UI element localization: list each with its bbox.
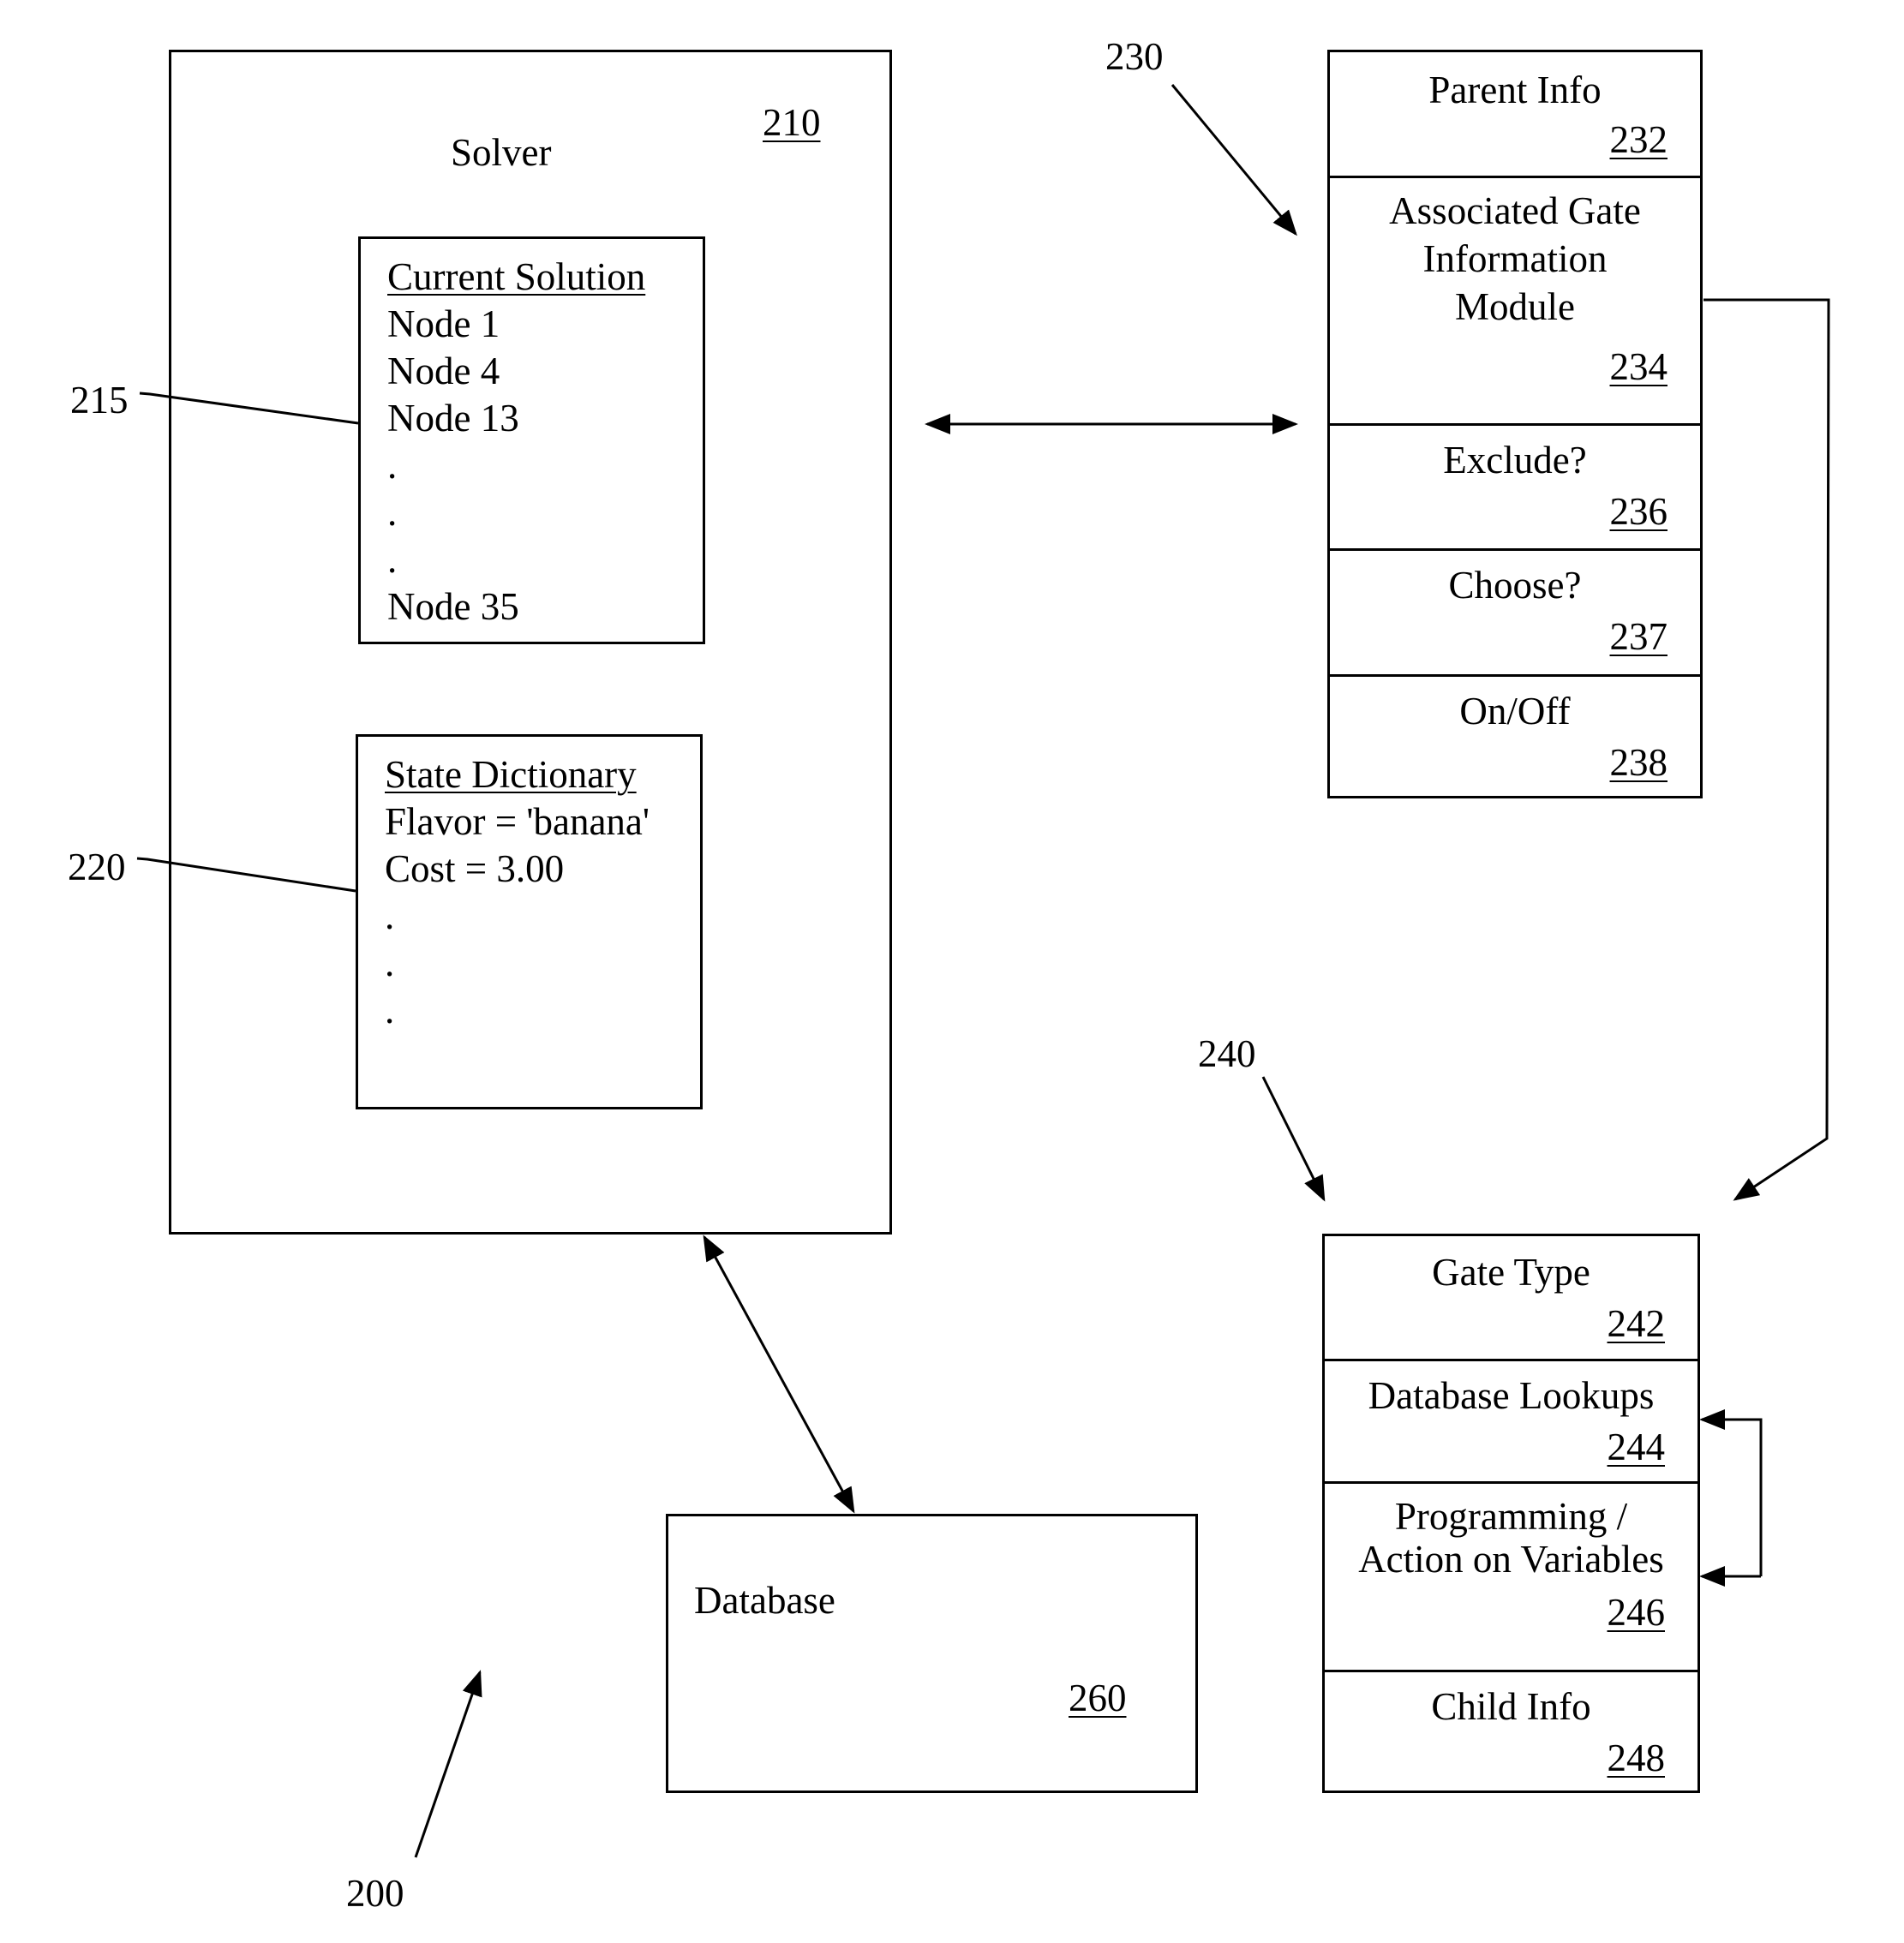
cell-database-lookups: Database Lookups 244 (1325, 1359, 1697, 1483)
ref-200-label: 200 (346, 1872, 404, 1915)
list-item: Node 13 (387, 397, 519, 439)
list-item: . (387, 538, 398, 581)
cell-ref: 237 (1609, 615, 1668, 658)
ref-230-arrow (1171, 84, 1297, 236)
cell-title: Child Info (1431, 1685, 1591, 1728)
state-dictionary-heading: State Dictionary (385, 753, 637, 796)
cell-title-line: Module (1455, 285, 1575, 328)
ref-230-label: 230 (1105, 35, 1164, 78)
cell-title-line: Information (1422, 237, 1608, 280)
cell-gate-type: Gate Type 242 (1325, 1236, 1697, 1361)
database-title: Database (694, 1579, 835, 1622)
gate-info-module-box: Parent Info 232 Associated Gate Informat… (1327, 50, 1703, 798)
gate-module-box: Gate Type 242 Database Lookups 244 Progr… (1322, 1234, 1700, 1793)
list-item: Cost = 3.00 (385, 847, 565, 890)
cell-choose: Choose? 237 (1330, 548, 1700, 675)
cell-title: Gate Type (1432, 1251, 1590, 1294)
current-solution-box: Current Solution Node 1 Node 4 Node 13 .… (358, 236, 705, 644)
cell-ref: 248 (1607, 1737, 1666, 1779)
cell-ref: 238 (1609, 741, 1668, 784)
list-item: Flavor = 'banana' (385, 800, 650, 843)
list-item: . (385, 989, 395, 1031)
ref-215-label: 215 (70, 379, 129, 421)
ref-200-arrow (414, 1670, 482, 1858)
cell-associated-gate-info: Associated Gate Information Module 234 (1330, 176, 1700, 425)
database-box: Database 260 (666, 1514, 1198, 1793)
current-solution-heading: Current Solution (387, 255, 646, 298)
gateinfo-to-gate-connector (1703, 298, 1830, 1201)
cell-ref: 234 (1609, 345, 1668, 388)
list-item: Node 35 (387, 585, 519, 628)
cell-exclude: Exclude? 236 (1330, 423, 1700, 550)
cell-programming-actions: Programming / Action on Variables 246 (1325, 1481, 1697, 1671)
cell-parent-info: Parent Info 232 (1330, 52, 1700, 178)
ref-240-label: 240 (1198, 1032, 1256, 1075)
cell-ref: 236 (1609, 490, 1668, 533)
solver-ref: 210 (763, 101, 821, 144)
cell-title: Choose? (1448, 564, 1582, 607)
lookups-loop-arrow (1699, 1409, 1763, 1576)
solver-database-arrow (703, 1235, 855, 1514)
list-item: . (387, 444, 398, 487)
cell-child-info: Child Info 248 (1325, 1670, 1697, 1793)
state-dictionary-list: State Dictionary Flavor = 'banana' Cost … (385, 751, 650, 1034)
cell-ref: 242 (1607, 1302, 1666, 1345)
cell-ref: 232 (1609, 118, 1668, 161)
list-item: Node 1 (387, 302, 500, 345)
cell-title-line: Associated Gate (1389, 189, 1641, 232)
state-dictionary-box: State Dictionary Flavor = 'banana' Cost … (356, 734, 703, 1109)
list-item: . (387, 491, 398, 534)
ref-240-arrow (1261, 1076, 1326, 1202)
cell-on-off: On/Off 238 (1330, 674, 1700, 798)
database-ref: 260 (1069, 1677, 1127, 1719)
cell-title: Database Lookups (1368, 1374, 1655, 1417)
cell-title: Exclude? (1443, 439, 1587, 481)
list-item: Node 4 (387, 350, 500, 392)
ref-220-label: 220 (68, 846, 126, 888)
cell-title-line: Programming / (1394, 1495, 1628, 1538)
list-item: . (385, 942, 395, 984)
cell-ref: 246 (1607, 1591, 1666, 1634)
cell-title: Parent Info (1428, 69, 1602, 111)
list-item: . (385, 894, 395, 937)
cell-title-line: Action on Variables (1358, 1538, 1664, 1581)
solver-title: Solver (451, 131, 552, 174)
current-solution-list: Current Solution Node 1 Node 4 Node 13 .… (387, 254, 645, 631)
cell-title: On/Off (1459, 690, 1571, 732)
cell-ref: 244 (1607, 1426, 1666, 1468)
